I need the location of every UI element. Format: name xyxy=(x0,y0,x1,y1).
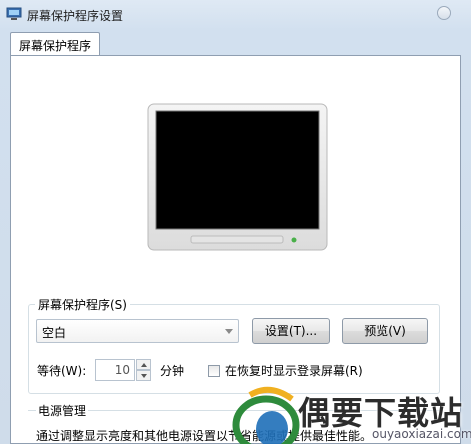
wait-unit-label: 分钟 xyxy=(160,364,185,378)
settings-button[interactable]: 设置(T)... xyxy=(252,318,330,344)
window-title: 屏幕保护程序设置 xyxy=(27,9,124,23)
wait-label: 等待(W): xyxy=(37,364,87,378)
spin-down-icon[interactable] xyxy=(136,370,151,381)
title-bar: 屏幕保护程序设置 xyxy=(0,0,471,30)
power-group-label: 电源管理 xyxy=(36,402,89,419)
watermark-url: ouyaoxiazai.com xyxy=(372,427,471,441)
monitor-preview xyxy=(147,103,328,251)
screensaver-group-label: 屏幕保护程序(S) xyxy=(35,296,130,313)
logon-screen-checkbox[interactable] xyxy=(208,365,220,377)
screensaver-select-value: 空白 xyxy=(42,326,67,340)
screensaver-select[interactable]: 空白 xyxy=(36,319,239,343)
tab-screensaver[interactable]: 屏幕保护程序 xyxy=(10,32,100,56)
wait-minutes-value: 10 xyxy=(114,363,130,377)
monitor-app-icon xyxy=(6,7,22,20)
logon-screen-checkbox-label[interactable]: 在恢复时显示登录屏幕(R) xyxy=(225,362,363,379)
wait-minutes-spinner[interactable] xyxy=(136,359,151,381)
chevron-down-icon xyxy=(225,329,233,334)
wait-minutes-input[interactable]: 10 xyxy=(95,359,135,381)
preview-button[interactable]: 预览(V) xyxy=(342,318,428,344)
dialog-window: 屏幕保护程序设置 屏幕保护程序 屏幕保护程序(S) 空白 设置(T)... 预览… xyxy=(0,0,471,444)
spin-up-icon[interactable] xyxy=(136,359,151,370)
close-button[interactable] xyxy=(437,6,451,20)
tab-label: 屏幕保护程序 xyxy=(19,39,92,53)
